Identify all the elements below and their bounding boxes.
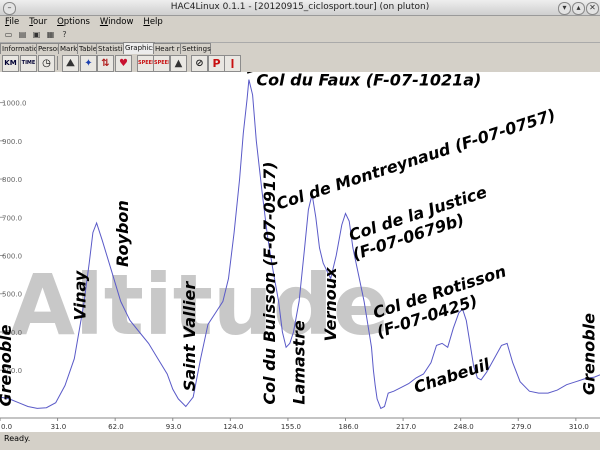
menu-item-file[interactable]: File bbox=[0, 16, 24, 29]
main-toolbar: ▭ ▤ ▣ ▦ ? bbox=[0, 29, 600, 43]
status-bar: Ready. bbox=[0, 432, 600, 450]
x-tick-label: 62.0 bbox=[108, 423, 124, 431]
tab-marks[interactable]: Marks bbox=[58, 43, 81, 54]
y-tick-label: 600.0 bbox=[2, 253, 22, 261]
annotation-label: Grenoble bbox=[0, 324, 15, 406]
help-icon[interactable]: ? bbox=[59, 30, 70, 40]
annotation-label: Vinay bbox=[70, 270, 89, 320]
tab-graphics[interactable]: Graphics bbox=[123, 42, 156, 54]
graphics-toolbar: KMTIME◷⛰✦⇅♥SPEEDSPEED▲⊘Pǀ bbox=[0, 54, 600, 72]
y-tick-label: 1000.0 bbox=[2, 100, 27, 108]
x-tick-label: 31.0 bbox=[51, 423, 67, 431]
cyclist-icon[interactable]: ✦ bbox=[80, 55, 97, 72]
x-tick-label: 155.0 bbox=[281, 423, 301, 431]
altitude-chart-svg: Altitude300.0400.0500.0600.0700.0800.090… bbox=[0, 32, 600, 431]
tab-heart-rate[interactable]: Heart rate bbox=[153, 43, 191, 54]
save-icon[interactable]: ▣ bbox=[31, 30, 42, 40]
thermometer-icon[interactable]: ǀ bbox=[224, 55, 241, 72]
window-titlebar: – HAC4Linux 0.1.1 - [20120915_ciclosport… bbox=[0, 0, 600, 16]
x-tick-label: 124.0 bbox=[223, 423, 243, 431]
menu-item-window[interactable]: Window bbox=[95, 16, 139, 29]
tab-statistics[interactable]: Statistics bbox=[96, 43, 130, 54]
minimize-icon[interactable]: ▾ bbox=[558, 2, 571, 15]
toolbar-separator bbox=[57, 56, 58, 70]
tab-settings[interactable]: Settings bbox=[180, 43, 211, 54]
tab-information[interactable]: Information bbox=[0, 43, 43, 54]
annotation-label: Col de Montreynaud (F-07-0757) bbox=[274, 105, 558, 213]
annotation-label: Grenoble bbox=[579, 313, 598, 395]
menu-item-tour[interactable]: Tour bbox=[24, 16, 52, 29]
toolbar-separator bbox=[186, 56, 187, 70]
altitude-icon[interactable]: ▲ bbox=[170, 55, 187, 72]
annotation-label: Roybon bbox=[113, 200, 132, 267]
annotation-label: Chabeuil bbox=[411, 354, 492, 397]
x-tick-label: 217.0 bbox=[396, 423, 416, 431]
annotation-label: Col du Faux (F-07-1021a) bbox=[256, 72, 481, 89]
x-tick-label: 310.0 bbox=[569, 423, 589, 431]
time-icon[interactable]: TIME bbox=[20, 55, 37, 72]
speed-icon[interactable]: SPEED bbox=[137, 55, 154, 72]
open-file-icon[interactable]: ▤ bbox=[17, 30, 28, 40]
menu-item-options[interactable]: Options bbox=[52, 16, 95, 29]
tab-table[interactable]: Table bbox=[77, 43, 98, 54]
y-tick-label: 900.0 bbox=[2, 138, 22, 146]
heart-icon[interactable]: ♥ bbox=[115, 55, 132, 72]
up-down-arrows-icon[interactable]: ⇅ bbox=[97, 55, 114, 72]
no-icon[interactable]: ⊘ bbox=[191, 55, 208, 72]
tab-person[interactable]: Person bbox=[36, 43, 62, 54]
window-title: HAC4Linux 0.1.1 - [20120915_ciclosport.t… bbox=[170, 2, 430, 12]
x-tick-label: 279.0 bbox=[511, 423, 531, 431]
annotation-label: Saint Vallier bbox=[180, 281, 199, 392]
x-tick-label: 0.0 bbox=[1, 423, 12, 431]
menu-bar: File Tour Options Window Help bbox=[0, 16, 600, 29]
status-text: Ready. bbox=[4, 434, 31, 443]
print-icon[interactable]: ▦ bbox=[45, 30, 56, 40]
y-tick-label: 700.0 bbox=[2, 214, 22, 222]
annotation-label: Vernoux bbox=[321, 267, 340, 342]
close-icon[interactable]: ✕ bbox=[586, 2, 599, 15]
x-tick-label: 93.0 bbox=[166, 423, 182, 431]
y-tick-label: 500.0 bbox=[2, 291, 22, 299]
y-tick-label: 800.0 bbox=[2, 176, 22, 184]
parking-icon[interactable]: P bbox=[208, 55, 225, 72]
km-icon[interactable]: KM bbox=[2, 55, 19, 72]
x-tick-label: 248.0 bbox=[454, 423, 474, 431]
new-file-icon[interactable]: ▭ bbox=[3, 30, 14, 40]
altitude-chart: Altitude 300.0 400.0 500.0 600.0 700.0 800.0 90… bbox=[0, 32, 600, 432]
clock-icon[interactable]: ◷ bbox=[38, 55, 55, 72]
window-menu-icon[interactable]: – bbox=[3, 2, 16, 15]
maximize-icon[interactable]: ▴ bbox=[572, 2, 585, 15]
mountain-icon[interactable]: ⛰ bbox=[62, 55, 79, 72]
x-tick-label: 186.0 bbox=[339, 423, 359, 431]
menu-item-help[interactable]: Help bbox=[138, 16, 167, 29]
annotation-label: Lamastre bbox=[290, 320, 309, 405]
speed-avg-icon[interactable]: SPEED bbox=[153, 55, 170, 72]
